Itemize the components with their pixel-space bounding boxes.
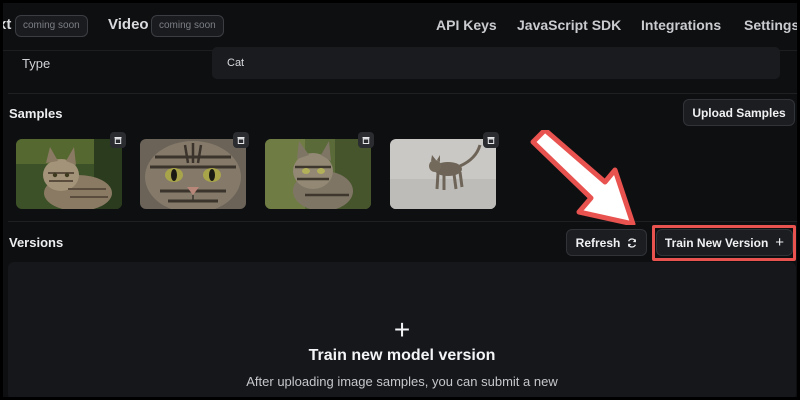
versions-empty-state: + Train new model version After uploadin… bbox=[8, 262, 796, 400]
refresh-label: Refresh bbox=[575, 235, 621, 250]
trash-icon bbox=[362, 137, 370, 144]
plus-icon: + bbox=[775, 234, 785, 251]
nav-api-keys[interactable]: API Keys bbox=[436, 17, 497, 33]
versions-title: Versions bbox=[9, 235, 64, 250]
top-nav: xt coming soon Video coming soon API Key… bbox=[0, 0, 800, 50]
type-label: Type bbox=[22, 56, 51, 71]
delete-sample-button[interactable] bbox=[358, 132, 374, 148]
type-field[interactable]: Cat bbox=[212, 47, 780, 79]
nav-settings[interactable]: Settings bbox=[744, 17, 799, 33]
empty-state-title: Train new model version bbox=[308, 347, 496, 364]
callout-arrow-icon bbox=[530, 130, 636, 225]
plus-icon: + bbox=[393, 314, 411, 345]
divider bbox=[8, 221, 800, 222]
refresh-button[interactable]: Refresh bbox=[566, 229, 647, 256]
coming-soon-badge: coming soon bbox=[151, 15, 224, 37]
samples-title: Samples bbox=[9, 106, 63, 121]
tab-text[interactable]: xt bbox=[0, 16, 11, 33]
divider bbox=[8, 93, 800, 94]
coming-soon-badge: coming soon bbox=[15, 15, 88, 37]
sample-image bbox=[265, 139, 371, 209]
empty-state-description: After uploading image samples, you can s… bbox=[246, 374, 558, 389]
nav-javascript-sdk[interactable]: JavaScript SDK bbox=[517, 17, 621, 33]
train-new-version-label: Train New Version bbox=[664, 235, 769, 250]
trash-icon bbox=[237, 137, 245, 144]
delete-sample-button[interactable] bbox=[233, 132, 249, 148]
trash-icon bbox=[114, 137, 122, 144]
sample-image bbox=[16, 139, 122, 209]
delete-sample-button[interactable] bbox=[110, 132, 126, 148]
sample-image bbox=[390, 139, 496, 209]
train-new-version-button[interactable]: Train New Version + bbox=[656, 229, 793, 256]
delete-sample-button[interactable] bbox=[483, 132, 499, 148]
refresh-icon bbox=[628, 237, 637, 248]
tab-video[interactable]: Video bbox=[108, 16, 149, 33]
nav-integrations[interactable]: Integrations bbox=[641, 17, 721, 33]
trash-icon bbox=[487, 137, 495, 144]
upload-samples-button[interactable]: Upload Samples bbox=[683, 99, 795, 126]
sample-image bbox=[140, 139, 246, 209]
